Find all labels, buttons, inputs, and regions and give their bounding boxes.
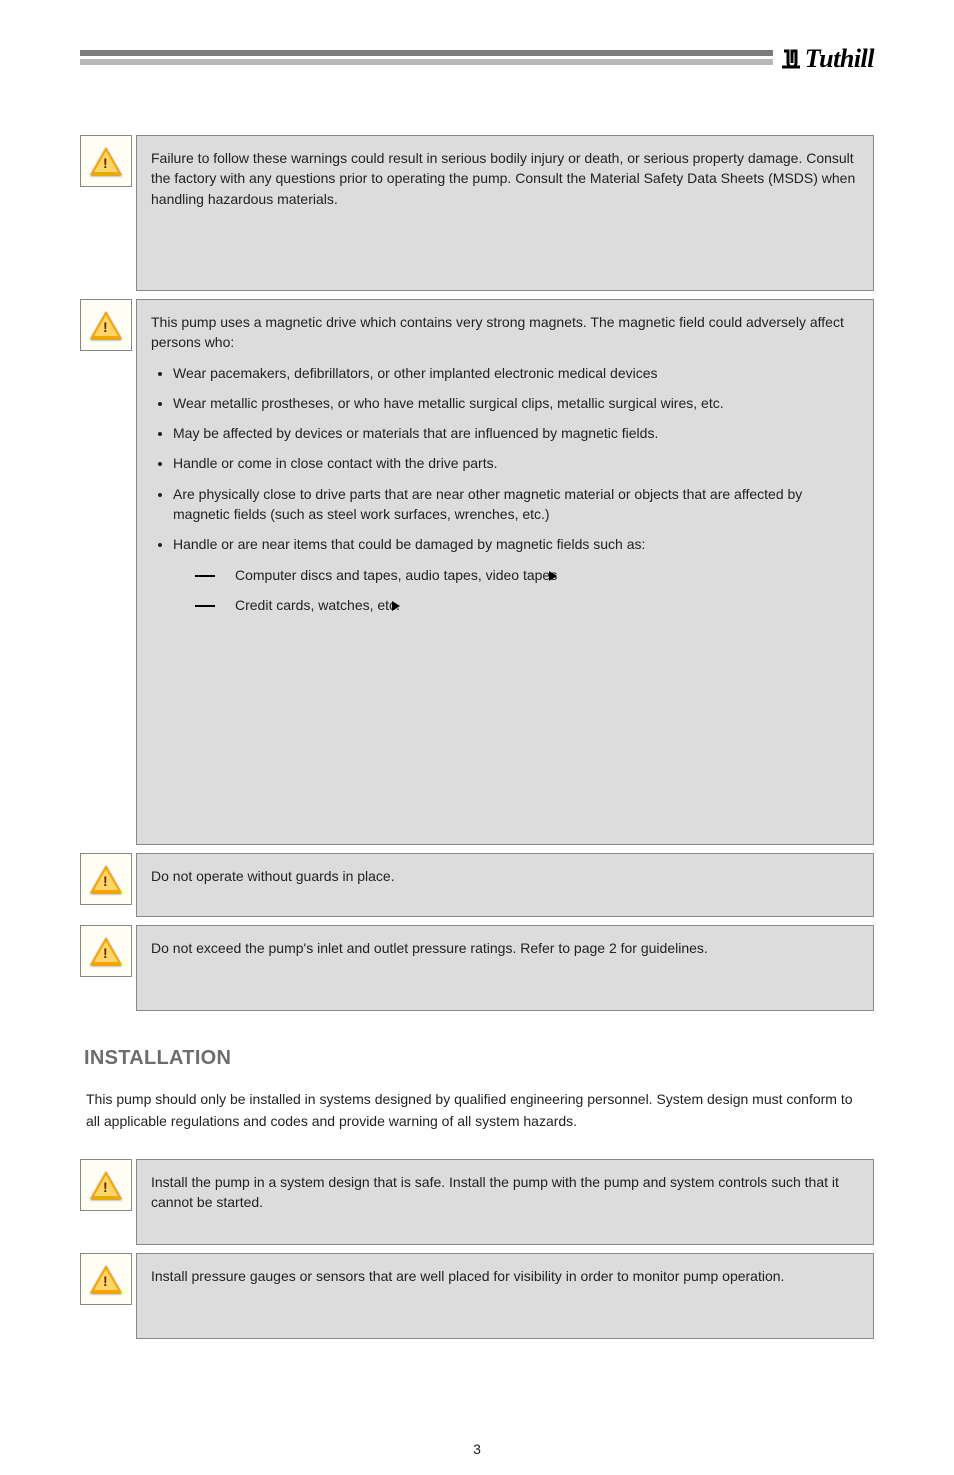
warning-text: This pump uses a magnetic drive which co… [136, 299, 874, 845]
sublist-item: Credit cards, watches, etc. [195, 595, 859, 615]
warning-sublist: Computer discs and tapes, audio tapes, v… [173, 565, 859, 616]
page-header: Tuthill [80, 0, 874, 65]
page-number: 3 [0, 1441, 954, 1457]
warning-block: Install the pump in a system design that… [80, 1159, 874, 1245]
warning-block: Install pressure gauges or sensors that … [80, 1253, 874, 1339]
warning-block: Do not operate without guards in place. [80, 853, 874, 917]
list-item: Are physically close to drive parts that… [173, 484, 859, 525]
section-prelude: This pump should only be installed in sy… [86, 1088, 868, 1133]
warning-icon-cell [80, 853, 132, 905]
page: Tuthill Failure to follow these warnings… [0, 0, 954, 1475]
list-item: Wear metallic prostheses, or who have me… [173, 393, 859, 413]
warning-text: Do not operate without guards in place. [136, 853, 874, 917]
content: Failure to follow these warnings could r… [80, 65, 874, 1339]
brand-logo: Tuthill [773, 44, 874, 74]
warning-lead: This pump uses a magnetic drive which co… [151, 312, 859, 353]
brand-mark-icon [779, 47, 803, 71]
list-item: Handle or come in close contact with the… [173, 453, 859, 473]
warning-triangle-icon [90, 937, 122, 965]
warning-icon-cell [80, 1159, 132, 1211]
header-rule-light [80, 59, 874, 65]
header-rule-dark [80, 50, 874, 56]
warning-block: This pump uses a magnetic drive which co… [80, 299, 874, 845]
warning-icon-cell [80, 299, 132, 351]
warning-icon-cell [80, 1253, 132, 1305]
warning-triangle-icon [90, 311, 122, 339]
brand-name: Tuthill [805, 44, 874, 74]
warning-text: Install the pump in a system design that… [136, 1159, 874, 1245]
warning-triangle-icon [90, 865, 122, 893]
warning-triangle-icon [90, 1171, 122, 1199]
warning-text: Install pressure gauges or sensors that … [136, 1253, 874, 1339]
list-item: Wear pacemakers, defibrillators, or othe… [173, 363, 859, 383]
warning-text: Do not exceed the pump's inlet and outle… [136, 925, 874, 1011]
list-item: May be affected by devices or materials … [173, 423, 859, 443]
warning-icon-cell [80, 925, 132, 977]
warning-triangle-icon [90, 1265, 122, 1293]
warning-icon-cell [80, 135, 132, 187]
list-item: Handle or are near items that could be d… [173, 534, 859, 615]
sublist-item: Computer discs and tapes, audio tapes, v… [195, 565, 859, 585]
warning-block: Failure to follow these warnings could r… [80, 135, 874, 291]
section-title: INSTALLATION [84, 1047, 874, 1070]
warning-block: Do not exceed the pump's inlet and outle… [80, 925, 874, 1011]
list-item-text: Handle or are near items that could be d… [173, 536, 645, 552]
warning-triangle-icon [90, 147, 122, 175]
warning-bullet-list: Wear pacemakers, defibrillators, or othe… [151, 363, 859, 616]
warning-text: Failure to follow these warnings could r… [136, 135, 874, 291]
